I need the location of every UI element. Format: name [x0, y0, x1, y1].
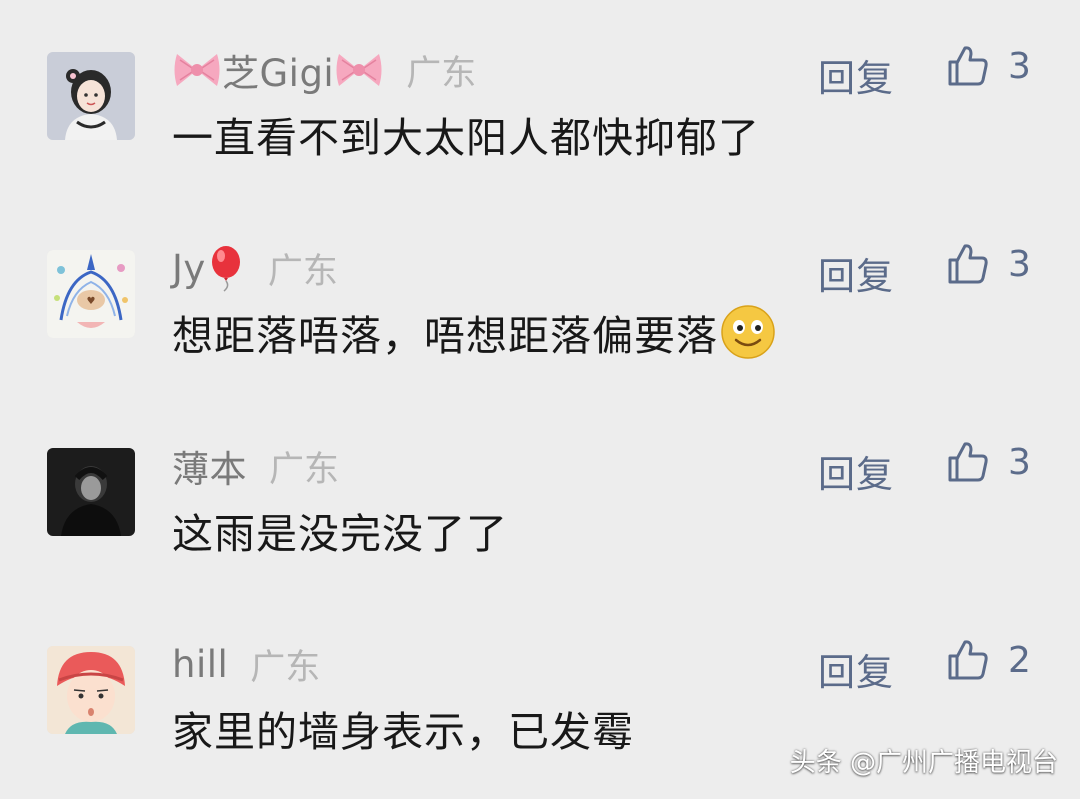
comment-item: 薄本 广东 这雨是没完没了了 回复 3	[0, 436, 1080, 586]
bow-icon	[336, 54, 382, 86]
avatar[interactable]	[47, 448, 135, 536]
comment-text: 想距落唔落，唔想距落偏要落	[172, 302, 776, 362]
comment-text: 家里的墙身表示，已发霉	[172, 698, 634, 758]
balloon-icon	[211, 246, 240, 292]
thumbs-up-icon	[948, 442, 988, 482]
avatar-image	[47, 646, 135, 734]
comment-meta: hill 广东	[172, 638, 320, 690]
avatar[interactable]: ♥	[47, 250, 135, 338]
comment-text-content: 一直看不到大太阳人都快抑郁了	[172, 114, 760, 162]
location-label: 广东	[269, 449, 340, 490]
comment-text-content: 这雨是没完没了了	[172, 510, 508, 558]
like-count: 3	[1008, 441, 1031, 483]
comment-meta: Jy 广东	[172, 242, 338, 294]
username-text: 芝Gigi	[222, 52, 335, 95]
comment-item: ♥ Jy 广东 想距落唔落，唔想距落偏要落 回复 3	[0, 238, 1080, 388]
comment-item: 芝Gigi 广东 一直看不到大太阳人都快抑郁了 回复 3	[0, 40, 1080, 190]
svg-text:♥: ♥	[87, 296, 96, 307]
avatar[interactable]	[47, 646, 135, 734]
reply-button[interactable]: 回复	[818, 642, 894, 696]
comment-meta: 薄本 广东	[172, 440, 339, 492]
username[interactable]: Jy	[172, 244, 246, 292]
location-label: 广东	[406, 53, 477, 94]
location-label: 广东	[250, 647, 321, 688]
comment-text: 一直看不到大太阳人都快抑郁了	[172, 104, 760, 164]
comment-list: 芝Gigi 广东 一直看不到大太阳人都快抑郁了 回复 3 ♥ Jy 广东 想距落…	[0, 0, 1080, 799]
comment-text: 这雨是没完没了了	[172, 500, 508, 560]
like-count: 2	[1008, 639, 1031, 681]
like-button[interactable]: 3	[946, 44, 1031, 88]
like-button[interactable]: 2	[946, 638, 1031, 682]
comment-meta: 芝Gigi 广东	[172, 44, 476, 96]
reply-button[interactable]: 回复	[818, 48, 894, 102]
smile-emoji-icon	[721, 305, 775, 359]
like-count: 3	[1008, 45, 1031, 87]
like-button[interactable]: 3	[946, 440, 1031, 484]
thumbs-up-icon	[948, 244, 988, 284]
reply-button[interactable]: 回复	[818, 444, 894, 498]
like-count: 3	[1008, 243, 1031, 285]
username-text: 薄本	[172, 448, 247, 491]
avatar-image	[47, 448, 135, 536]
username[interactable]: hill	[172, 643, 228, 686]
username-text: Jy	[172, 246, 206, 290]
username[interactable]: 薄本	[172, 439, 247, 493]
reply-button[interactable]: 回复	[818, 246, 894, 300]
bow-icon	[174, 54, 220, 86]
avatar-image: ♥	[47, 250, 135, 338]
thumbs-up-icon	[948, 640, 988, 680]
comment-text-content: 想距落唔落，唔想距落偏要落	[172, 312, 718, 360]
username[interactable]: 芝Gigi	[172, 43, 384, 97]
watermark: 头条 @广州广播电视台	[789, 748, 1058, 778]
like-button[interactable]: 3	[946, 242, 1031, 286]
location-label: 广东	[267, 251, 338, 292]
thumbs-up-icon	[948, 46, 988, 86]
comment-text-content: 家里的墙身表示，已发霉	[172, 708, 634, 756]
avatar-image	[47, 52, 135, 140]
avatar[interactable]	[47, 52, 135, 140]
username-text: hill	[172, 642, 229, 686]
